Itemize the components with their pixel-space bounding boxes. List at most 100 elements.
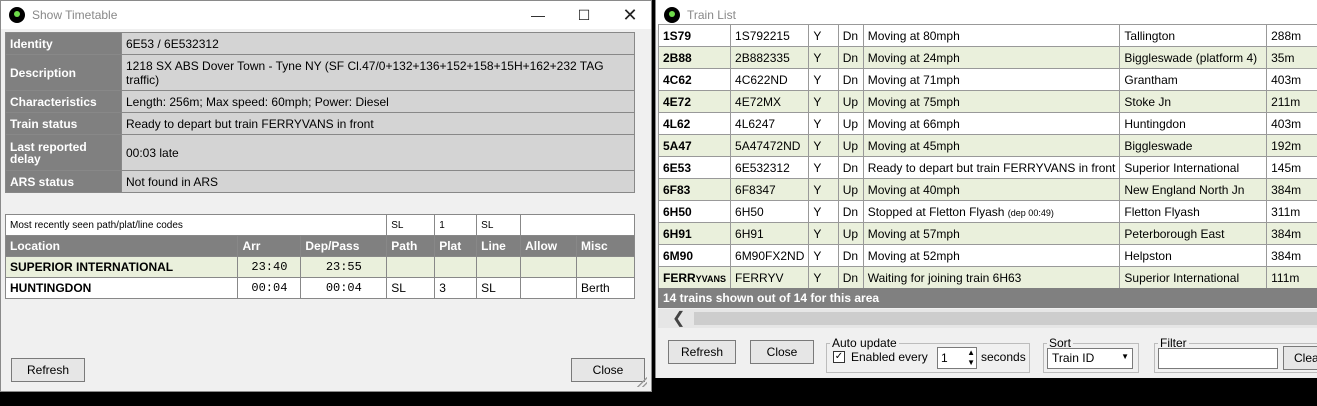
train-list-table: 1S79 1S792215 Y Dn Moving at 80mph Tallingto… <box>657 24 1317 289</box>
train-cell-len: 288m <box>1266 24 1317 47</box>
train-cell-status: Waiting for joining train 6H63 <box>862 266 1121 289</box>
train-row[interactable]: 6F83 6F8347 Y Up Moving at 40mph New England… <box>657 178 1317 201</box>
train-cell-loc: Superior International <box>1119 266 1268 289</box>
timetable-cell-misc: Berth <box>576 277 635 299</box>
sort-select[interactable]: Train ID ▼ <box>1047 348 1133 369</box>
timetable-titlebar[interactable]: Show Timetable — ☐ ✕ <box>1 1 651 29</box>
app-icon <box>664 7 680 23</box>
status-text: Moving at 66mph <box>867 116 960 131</box>
timetable-cell-allow <box>520 277 578 299</box>
train-row[interactable]: 4C62 4C622ND Y Dn Moving at 71mph Grantham 40… <box>657 68 1317 91</box>
close-button[interactable]: Close <box>571 358 645 382</box>
train-cell-y: Y <box>808 134 839 157</box>
train-cell-loc: Grantham <box>1119 68 1268 91</box>
train-cell-dir: Dn <box>837 244 864 267</box>
train-id-text: FERRYVANS <box>663 271 726 285</box>
minimize-icon[interactable]: — <box>515 1 561 29</box>
path-code: SL <box>386 214 436 236</box>
status-text: Moving at 45mph <box>867 138 960 153</box>
train-cell-dir: Up <box>837 222 864 245</box>
train-row[interactable]: 4E72 4E72MX Y Up Moving at 75mph Stoke Jn 211… <box>657 90 1317 113</box>
col-location[interactable]: Location <box>4 235 239 257</box>
train-cell-id: 5A47 <box>657 134 732 157</box>
train-cell-loc: New England North Jn <box>1119 178 1268 201</box>
train-row[interactable]: 6E53 6E532312 Y Dn Ready to depart but train… <box>657 156 1317 179</box>
horizontal-scrollbar[interactable]: ❮ <box>658 309 1317 328</box>
train-cell-id: 1S79 <box>657 24 732 47</box>
train-cell-len: 403m <box>1266 112 1317 135</box>
train-cell-len: 311m <box>1266 200 1317 223</box>
timetable-cell-dep: 23:55 <box>300 256 388 278</box>
refresh-button[interactable]: Refresh <box>668 340 736 364</box>
col-allow[interactable]: Allow <box>520 235 578 257</box>
info-row: Identity 6E53 / 6E532312 <box>5 32 635 55</box>
train-row[interactable]: 4L62 4L6247 Y Up Moving at 66mph Huntingdon 4… <box>657 112 1317 135</box>
spin-up-icon[interactable]: ▲ <box>967 348 975 358</box>
col-arr[interactable]: Arr <box>237 235 302 257</box>
train-cell-status: Moving at 57mph <box>862 222 1121 245</box>
scroll-left-icon[interactable]: ❮ <box>672 309 685 328</box>
train-row[interactable]: 1S79 1S792215 Y Dn Moving at 80mph Tallingto… <box>657 24 1317 47</box>
info-value: Length: 256m; Max speed: 60mph; Power: D… <box>121 90 635 113</box>
train-cell-dir: Up <box>837 112 864 135</box>
train-row[interactable]: 6M90 6M90FX2ND Y Dn Moving at 52mph Helpston… <box>657 244 1317 267</box>
info-row: Description 1218 SX ABS Dover Town - Tyne… <box>5 54 635 91</box>
train-row[interactable]: 6H91 6H91 Y Up Moving at 57mph Peterborough … <box>657 222 1317 245</box>
timetable-cell-dep: 00:04 <box>300 277 388 299</box>
train-cell-id: 6H50 <box>657 200 732 223</box>
train-row[interactable]: 2B88 2B882335 Y Dn Moving at 24mph Biggleswa… <box>657 46 1317 69</box>
close-icon[interactable]: ✕ <box>607 1 651 29</box>
train-cell-dir: Up <box>837 134 864 157</box>
col-dep-pass[interactable]: Dep/Pass <box>300 235 388 257</box>
resize-grip-icon[interactable] <box>637 377 647 387</box>
train-cell-len: 35m <box>1266 46 1317 69</box>
enabled-checkbox[interactable]: ✓ <box>833 351 845 363</box>
train-row[interactable]: 6H50 6H50 Y Dn Stopped at Fletton Flyash (de… <box>657 200 1317 223</box>
window-title: Train List <box>687 8 736 22</box>
timetable-cell-misc <box>576 256 635 278</box>
col-path[interactable]: Path <box>386 235 436 257</box>
spin-down-icon[interactable]: ▼ <box>967 358 975 368</box>
train-cell-len: 192m <box>1266 134 1317 157</box>
info-row: Characteristics Length: 256m; Max speed: … <box>5 90 635 113</box>
scroll-thumb[interactable] <box>694 312 1317 325</box>
train-cell-status: Moving at 75mph <box>862 90 1121 113</box>
train-cell-id: 6F83 <box>657 178 732 201</box>
maximize-icon[interactable]: ☐ <box>561 1 607 29</box>
train-cell-hc: 5A47472ND <box>730 134 810 157</box>
timetable-cell-location: SUPERIOR INTERNATIONAL <box>4 256 239 278</box>
timetable-window: Show Timetable — ☐ ✕ Identity 6E53 / 6E53… <box>0 0 652 392</box>
col-plat[interactable]: Plat <box>434 235 478 257</box>
clear-button[interactable]: Clea <box>1283 346 1317 370</box>
train-cell-y: Y <box>808 266 839 289</box>
status-text: Moving at 24mph <box>867 50 960 65</box>
train-cell-dir: Dn <box>837 200 864 223</box>
info-row: ARS status Not found in ARS <box>5 170 635 193</box>
info-value: 00:03 late <box>121 134 635 171</box>
timetable-row[interactable]: HUNTINGDON 00:04 00:04 SL 3 SL Berth <box>4 277 635 299</box>
refresh-button[interactable]: Refresh <box>11 358 85 382</box>
info-key: Identity <box>5 32 122 55</box>
train-cell-status: Stopped at Fletton Flyash (dep 00:49) <box>862 200 1121 223</box>
info-value: Ready to depart but train FERRYVANS in f… <box>121 112 635 135</box>
status-text: Waiting for joining train 6H63 <box>867 270 1022 285</box>
train-row[interactable]: FERRYVANS FERRYV Y Dn Waiting for joining tr… <box>657 266 1317 289</box>
chevron-down-icon[interactable]: ▼ <box>1121 352 1129 361</box>
col-line[interactable]: Line <box>476 235 522 257</box>
train-cell-loc: Biggleswade (platform 4) <box>1119 46 1268 69</box>
filter-input[interactable] <box>1158 348 1278 369</box>
timetable-row[interactable]: SUPERIOR INTERNATIONAL 23:40 23:55 <box>4 256 635 278</box>
train-cell-y: Y <box>808 68 839 91</box>
col-misc[interactable]: Misc <box>576 235 635 257</box>
sort-group: Sort Train ID ▼ <box>1043 336 1139 373</box>
line-code: SL <box>476 214 522 236</box>
train-cell-hc: 6E532312 <box>730 156 810 179</box>
interval-value[interactable]: 1 <box>941 351 948 365</box>
train-cell-y: Y <box>808 112 839 135</box>
close-button[interactable]: Close <box>750 340 814 364</box>
interval-spinner[interactable]: 1 ▲ ▼ <box>937 347 977 369</box>
status-note: (dep 00:49) <box>1007 207 1054 218</box>
train-row[interactable]: 5A47 5A47472ND Y Up Moving at 45mph Bigglesw… <box>657 134 1317 157</box>
train-cell-y: Y <box>808 178 839 201</box>
train-cell-len: 384m <box>1266 178 1317 201</box>
